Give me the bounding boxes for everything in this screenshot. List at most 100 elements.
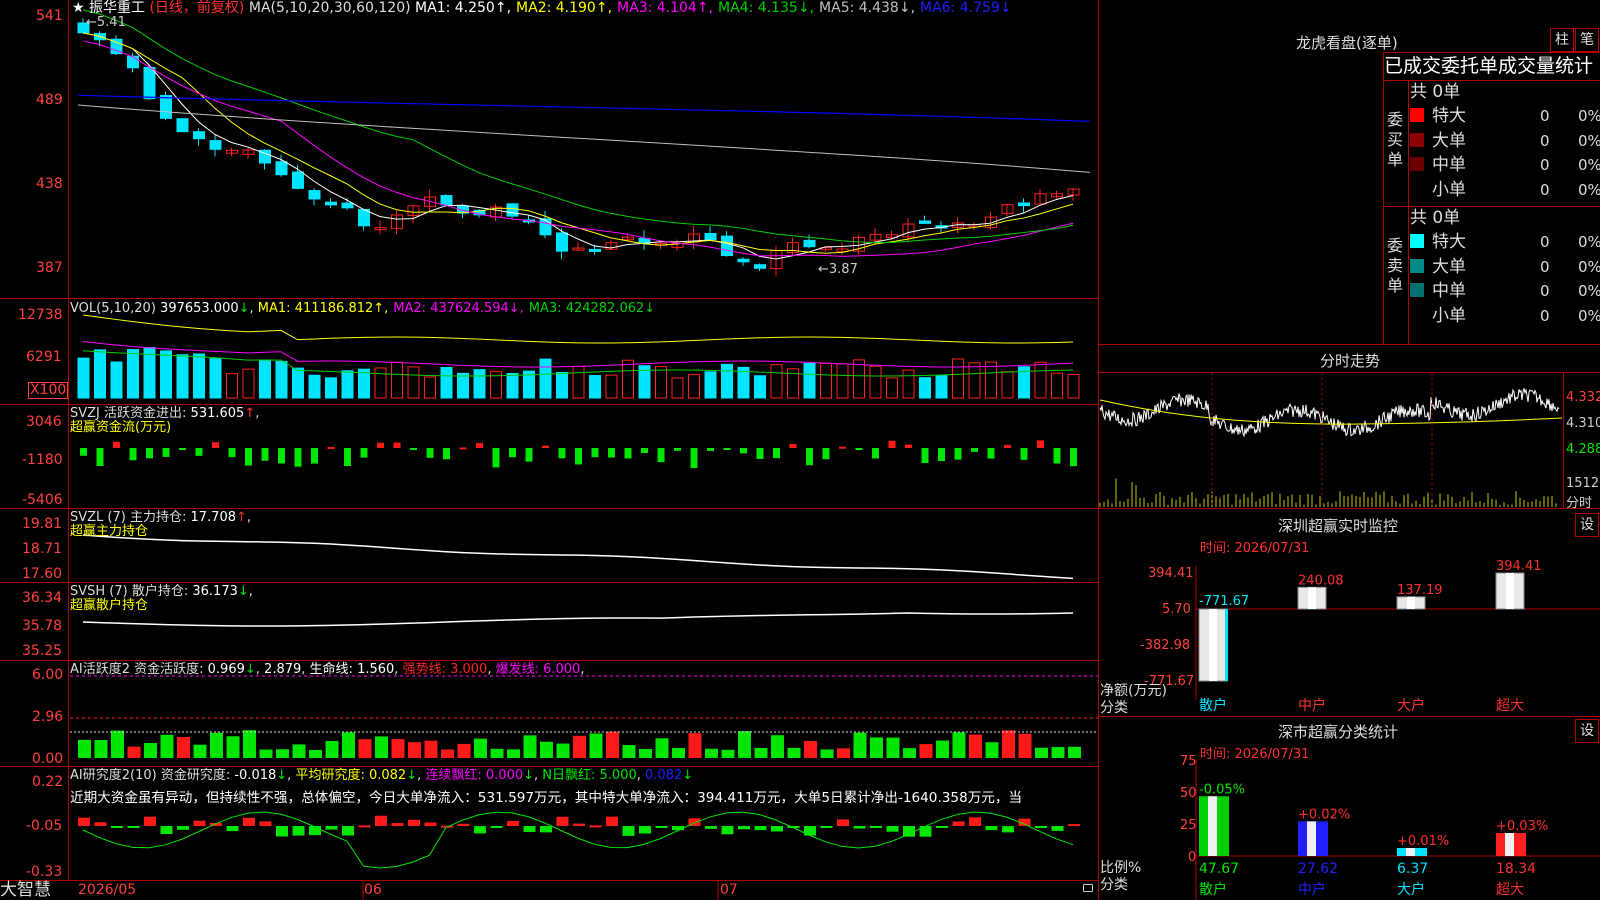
chart-header: ★ 振华重工 (日线，前复权) MA(5,10,20,30,60,120) MA… [72,1,1017,16]
stats-settings-button[interactable]: 设 [1575,719,1599,743]
monitor-category-label: 大户 [1397,697,1425,714]
research-bar [243,817,255,826]
fund-flow-bar [162,448,170,457]
buy-order-pct: 0% [1578,131,1600,150]
stock-name: 振华重工 [89,0,146,16]
fund-flow-bar [327,446,335,449]
ma-legend-item-2: MA2: 4.190↑, [516,0,613,16]
ma-legend-item-4: MA4: 4.135↓, [718,0,815,16]
svsh-arrow: ↓ [237,584,249,599]
fund-flow-bar [426,448,434,458]
volume-bar [622,359,634,399]
research-bar [936,826,948,828]
sell-order-pct: 0% [1578,233,1600,251]
vol-ma-line [82,341,1074,368]
activity-bar [474,738,487,758]
svzj-axis-label: -5406 [22,492,63,508]
stats-bar-highlight [1208,796,1217,856]
period-label[interactable]: (日线，前复权) [149,0,244,16]
research-bar [804,826,816,836]
monitor-bar-label: -771.67 [1199,594,1249,609]
low-price-label: ←3.87 [818,262,858,277]
volume-bar [605,374,618,399]
activity-bar [226,736,240,758]
main-force-line [82,534,1074,580]
candle-body [143,66,156,100]
ma-line-1 [82,32,1074,260]
stats-category-label: 中户 [1298,881,1326,898]
volume-bar [556,371,568,399]
stats-title: 深市超赢分类统计 [1278,723,1399,741]
monitor-settings-button[interactable]: 设 [1575,513,1599,537]
ai-research-a1: ↓ [276,768,288,783]
research-bar [358,825,371,828]
svzj-axis-label: 3046 [26,414,62,430]
ai-cont-label: 连续飘红: [425,768,482,783]
candle-body [1018,202,1030,207]
vol-unit-label[interactable]: X100 [28,382,69,399]
lhb-title: 龙虎看盘(逐单) [1296,34,1398,52]
monitor-bar [1396,596,1426,610]
fund-flow-bar [344,448,351,466]
volume-bar [919,377,931,399]
minute-vol-label: 15128 [1566,476,1600,491]
ai-active-v1: 0.969 [207,662,245,677]
ai-research-axis-label: -0.05 [26,818,63,834]
stats-bar-highlight [1505,833,1514,856]
research-bar [78,817,90,826]
lhb-rule [1408,80,1409,344]
lock-icon[interactable] [1083,884,1093,892]
volume-bar [94,349,106,399]
fund-flow-bar [1070,448,1077,467]
research-bar [754,826,767,831]
activity-bar [936,740,949,758]
favorite-star-icon[interactable]: ★ [72,0,85,16]
monitor-rule [1098,716,1600,717]
activity-bar [210,732,223,758]
volume-bar [853,359,865,399]
stats-change-label: -0.05% [1199,782,1245,797]
sell-order-pct: 0% [1578,282,1600,300]
research-line [82,811,1074,869]
svsh-title: SVSH (7) 散户持仓: [70,584,189,599]
activity-bar [523,735,537,758]
column-view-button[interactable]: 柱 [1550,28,1574,52]
candle-body [308,190,321,200]
retail-holding-line [82,612,1074,627]
stats-value-label: 47.67 [1199,861,1239,877]
sell-order-row: 大单 [1410,255,1466,279]
minute-unit-label[interactable]: 分时 [1566,492,1592,511]
fund-flow-bar [723,448,731,450]
tick-view-button[interactable]: 笔 [1575,28,1599,52]
svzj-header: SVZJ 活跃资金进出: 531.605↑, [70,406,260,421]
svsh-axis-label: 35.25 [22,643,63,659]
monitor-xlabel: 分类 [1100,700,1128,716]
buy-order-pct: 0% [1578,107,1600,125]
buy-order-row: 特大 [1410,104,1466,128]
activity-bar [408,742,421,758]
volume-bar [209,358,222,399]
activity-bar [886,737,900,758]
volume-bar [935,375,948,399]
monitor-bar-label: 137.19 [1397,583,1443,598]
activity-bar [573,735,586,758]
research-bar [639,826,651,834]
stats-bar [1298,821,1328,856]
volume-bar [902,369,915,399]
sell-order-row: 中单 [1410,279,1466,303]
lhb-rule [1383,52,1384,344]
research-bar [1035,826,1047,828]
activity-bar [672,748,685,758]
activity-bar [969,734,982,758]
ma-legend-item-1: MA1: 4.250↑, [415,0,512,16]
stats-change-label: +0.02% [1298,807,1350,822]
activity-bar [391,739,405,758]
activity-bar [358,739,372,758]
fund-flow-bar [278,448,285,464]
vol-axis-label: 12738 [18,307,63,323]
fund-flow-bar [773,448,780,459]
research-bar [1068,824,1080,827]
svsh-subtitle: 超赢散户持仓 [70,598,149,613]
ma-legend: MA1: 4.250↑, MA2: 4.190↑, MA3: 4.104↑, MA4:… [415,0,1017,16]
ai-research-v1: -0.018 [234,768,277,783]
